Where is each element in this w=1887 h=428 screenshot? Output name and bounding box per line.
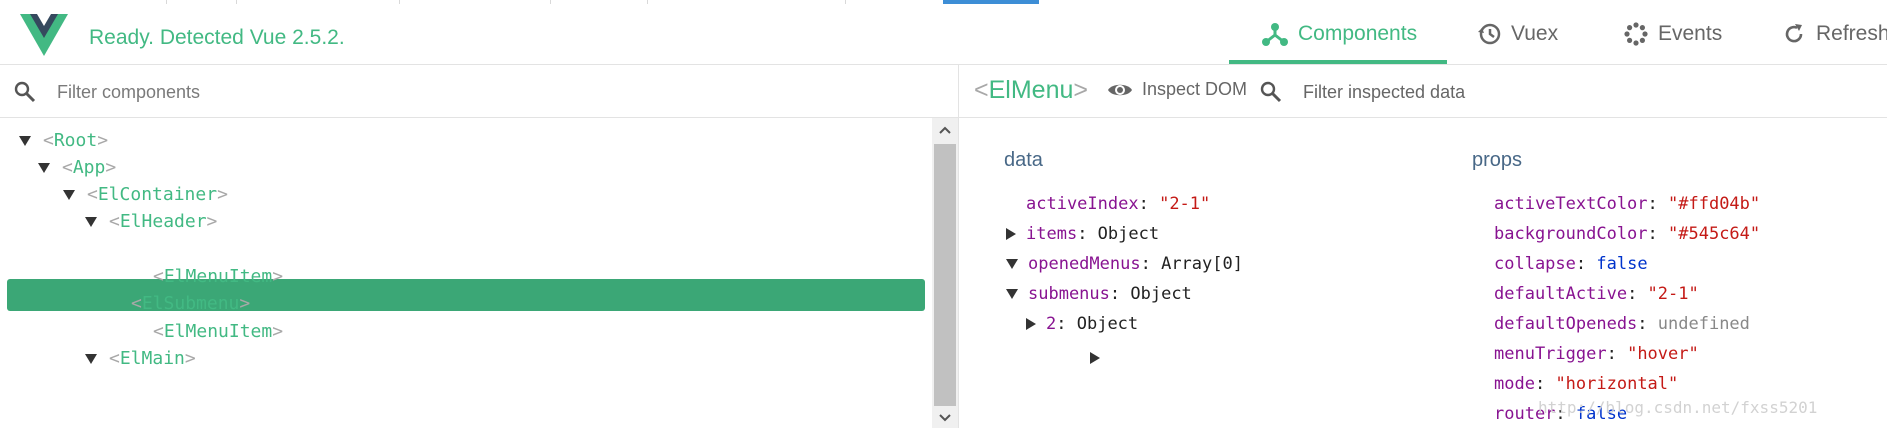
prop-value: "#ffd04b"	[1668, 194, 1761, 214]
tree-scrollbar[interactable]	[932, 118, 958, 428]
expand-arrow-icon[interactable]	[85, 353, 97, 364]
prop-row-defaultopeneds: defaultOpeneds: undefined	[1494, 314, 1750, 334]
tab-events-label: Events	[1658, 22, 1723, 45]
status-text: Ready. Detected Vue 2.5.2.	[89, 26, 345, 49]
props-section-title: props	[1472, 149, 1523, 171]
expand-arrow-icon[interactable]	[1006, 228, 1016, 240]
search-icon	[1260, 81, 1282, 103]
tab-vuex[interactable]: Vuex	[1477, 4, 1558, 64]
inspector-toolbar: <ElMenu> Inspect DOM Filter inspected da…	[959, 65, 1887, 118]
prop-key: mode	[1494, 374, 1535, 394]
vue-logo-icon	[20, 14, 68, 56]
inspect-dom-label: Inspect DOM	[1142, 79, 1248, 99]
data-row-submenus-2[interactable]: 2: Object	[1026, 314, 1138, 334]
prop-key: submenus	[1028, 284, 1110, 304]
prop-key: items	[1026, 224, 1078, 244]
prop-key: collapse	[1494, 254, 1576, 274]
component-tree-pane: Filter components < Root > < App > < ElContai…	[0, 65, 1100, 428]
component-filter-bar: Filter components	[0, 65, 958, 118]
scroll-up-icon[interactable]	[939, 126, 951, 134]
prop-value: false	[1596, 254, 1648, 274]
data-row-activeindex: activeIndex: "2-1"	[1026, 194, 1211, 214]
expand-arrow-icon[interactable]	[1026, 318, 1036, 330]
tree-node-elmain[interactable]: < ElMain >	[85, 342, 196, 375]
components-icon	[1262, 22, 1288, 46]
prop-value: Object	[1076, 314, 1139, 334]
expand-arrow-icon[interactable]	[19, 135, 31, 146]
inspected-component-name: ElMenu	[988, 76, 1074, 104]
refresh-icon	[1782, 22, 1806, 46]
eye-icon	[1108, 84, 1132, 95]
refresh-button[interactable]: Refresh	[1782, 4, 1887, 64]
prop-row-defaultactive: defaultActive: "2-1"	[1494, 284, 1699, 304]
prop-row-menutrigger: menuTrigger: "hover"	[1494, 344, 1699, 364]
inspect-dom-button[interactable]: Inspect DOM	[1107, 79, 1247, 100]
prop-key: defaultOpeneds	[1494, 314, 1638, 334]
refresh-label: Refresh	[1816, 22, 1887, 45]
watermark-text: http://blog.csdn.net/fxss5201	[1538, 398, 1818, 417]
tab-components-label: Components	[1298, 22, 1418, 45]
prop-key: menuTrigger	[1494, 344, 1607, 364]
collapse-arrow-icon[interactable]	[1006, 259, 1018, 269]
expand-arrow-icon[interactable]	[85, 216, 97, 227]
node-name: ElContainer	[97, 184, 218, 205]
data-section-title: data	[1004, 149, 1043, 171]
prop-value: "2-1"	[1159, 194, 1211, 214]
filter-inspected-data-input[interactable]: Filter inspected data	[1303, 82, 1465, 103]
node-name: ElMenuItem	[163, 321, 273, 342]
filter-components-input[interactable]: Filter components	[57, 82, 200, 103]
prop-key: activeIndex	[1026, 194, 1139, 214]
prop-key: openedMenus	[1028, 254, 1141, 274]
node-name: ElMenuItem	[163, 266, 273, 287]
scroll-down-icon[interactable]	[939, 414, 951, 422]
prop-key: 2	[1046, 314, 1057, 334]
devtools-header: Ready. Detected Vue 2.5.2. Components Vu…	[0, 4, 1887, 65]
prop-row-backgroundcolor: backgroundColor: "#545c64"	[1494, 224, 1761, 244]
events-icon	[1624, 22, 1648, 46]
prop-key: defaultActive	[1494, 284, 1628, 304]
tab-vuex-label: Vuex	[1511, 22, 1559, 45]
node-name: ElMenu	[141, 238, 207, 259]
prop-value: "horizontal"	[1555, 374, 1679, 394]
expand-arrow-icon[interactable]	[63, 189, 75, 200]
component-tree: < Root > < App > < ElContainer > < ElHeader > < E…	[0, 118, 1100, 428]
prop-value: Array[0]	[1161, 254, 1243, 274]
node-name: ElMain	[119, 348, 185, 369]
prop-value: "2-1"	[1647, 284, 1699, 304]
vm-reference: == $vm0	[225, 240, 285, 257]
prop-value: Object	[1130, 284, 1192, 304]
prop-value: "hover"	[1627, 344, 1699, 364]
prop-value: "#545c64"	[1668, 224, 1761, 244]
prop-row-mode: mode: "horizontal"	[1494, 374, 1679, 394]
prop-value: Object	[1097, 224, 1160, 244]
data-row-openedmenus[interactable]: openedMenus: Array[0]	[1006, 254, 1243, 274]
expand-arrow-icon[interactable]	[38, 162, 50, 173]
collapse-arrow-icon[interactable]	[1006, 289, 1018, 299]
search-icon	[14, 81, 36, 103]
tab-components[interactable]: Components	[1262, 4, 1417, 64]
node-name: ElHeader	[119, 211, 207, 232]
tab-events[interactable]: Events	[1624, 4, 1722, 64]
prop-key: activeTextColor	[1494, 194, 1648, 214]
expand-arrow-icon[interactable]	[107, 243, 119, 254]
prop-row-activetextcolor: activeTextColor: "#ffd04b"	[1494, 194, 1761, 214]
history-icon	[1477, 22, 1501, 46]
scrollbar-thumb[interactable]	[934, 144, 956, 406]
node-name: ElSubmenu	[141, 293, 240, 314]
active-tab-underline	[1229, 60, 1447, 64]
node-name: App	[72, 157, 106, 178]
inspector-pane: <ElMenu> Inspect DOM Filter inspected da…	[959, 65, 1887, 428]
prop-key: backgroundColor	[1494, 224, 1648, 244]
prop-value: undefined	[1657, 314, 1750, 334]
inspected-component-title: <ElMenu>	[974, 76, 1088, 104]
node-name: Root	[53, 130, 98, 151]
data-row-items[interactable]: items: Object	[1006, 224, 1159, 244]
prop-row-collapse: collapse: false	[1494, 254, 1648, 274]
data-row-submenus[interactable]: submenus: Object	[1006, 284, 1192, 304]
